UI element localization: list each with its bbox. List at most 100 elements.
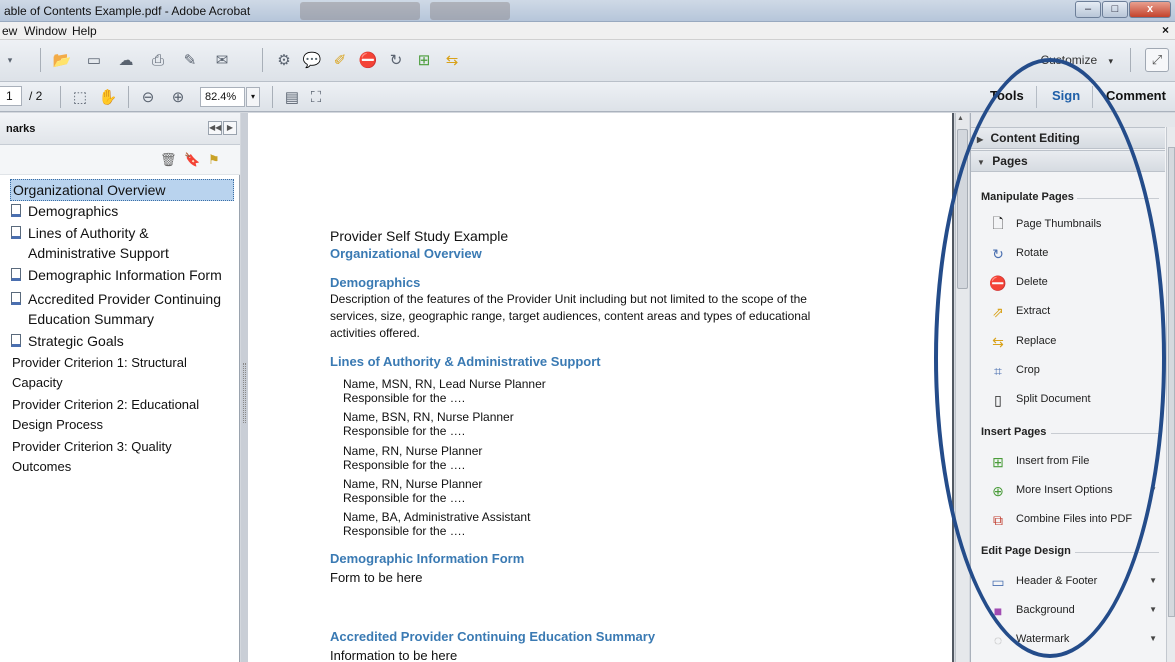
tools-panel-scrollbar[interactable] [1166,127,1175,662]
menu-view[interactable]: ew [2,24,17,38]
expand-icon[interactable]: ⤢ [1145,48,1169,72]
new-bookmark-icon[interactable]: 🔖 [184,152,200,168]
split-document-button[interactable]: ▯ Split Document [987,389,1157,411]
bookmark-icon [11,292,21,305]
email-icon[interactable]: ✉ [212,50,232,70]
heading-lines-of-authority: Lines of Authority & Administrative Supp… [330,354,601,369]
content-editing-label: Content Editing [990,131,1080,145]
tab-separator [1092,86,1093,108]
bookmark-item[interactable]: Strategic Goals [11,331,124,351]
open-folder-icon[interactable]: 📂 [52,50,72,70]
tools-panel-top-strip [971,113,1175,127]
more-insert-options-button[interactable]: ⊕ More Insert Options ▼ [987,480,1157,502]
gear-icon[interactable]: ⚙ [274,50,294,70]
zoom-dropdown-button[interactable]: ▾ [246,87,260,107]
split-document-icon: ▯ [994,391,1002,408]
scrollbar-thumb[interactable] [1168,147,1175,617]
fit-page-icon[interactable]: ▤ [282,87,302,107]
splitter-grip[interactable] [243,363,246,423]
bookmark-label: Provider Criterion 3: Quality [12,439,172,454]
demographics-text-line: Description of the features of the Provi… [330,292,807,306]
panel-splitter[interactable] [241,113,248,662]
chevron-right-icon: ▶ [977,135,984,144]
menu-help[interactable]: Help [72,24,97,38]
full-screen-icon[interactable]: ⛶ [306,87,326,107]
delete-label: Delete [1016,276,1048,288]
toolbar-separator [60,86,61,108]
bookmark-item[interactable]: Demographics [11,201,118,221]
delete-page-icon[interactable]: ⛔ [358,50,378,70]
highlight-icon[interactable]: ✐ [330,50,350,70]
tab-tools[interactable]: Tools [990,88,1024,103]
demographics-text-line: services, size, geographic range, target… [330,309,811,323]
insert-from-file-button[interactable]: ⊞ Insert from File [987,451,1157,473]
rotate-page-icon[interactable]: ↻ [386,50,406,70]
customize-menu[interactable]: Customize ▾ [1040,53,1113,67]
background-button[interactable]: ■ Background ▼ [987,600,1157,622]
bookmark-item[interactable]: Provider Criterion 2: Educational Design… [12,395,199,435]
header-footer-icon: ▭ [991,573,1005,590]
bookmark-label-line2: Outcomes [12,459,72,474]
tab-sign[interactable]: Sign [1052,88,1080,103]
page-number-input[interactable]: 1 [0,86,22,106]
trash-icon[interactable]: 🗑 [160,152,177,168]
split-document-label: Split Document [1016,393,1091,405]
tab-comment[interactable]: Comment [1106,88,1166,103]
print-icon[interactable]: ⎙ [148,50,168,70]
delete-icon: ⛔ [989,274,1007,291]
rotate-button[interactable]: ↻ Rotate [987,243,1157,265]
bookmark-item[interactable]: Provider Criterion 3: Quality Outcomes [12,437,172,477]
bookmark-options-icon[interactable]: ⚑ [208,152,220,168]
minimize-button[interactable]: – [1075,1,1101,18]
extract-button[interactable]: ⇗ Extract [987,301,1157,323]
menu-window[interactable]: Window [24,24,67,38]
zoom-out-icon[interactable]: ⊖ [138,87,158,107]
scrollbar-thumb[interactable] [957,129,968,289]
chevron-down-icon[interactable]: ▾ [0,50,20,70]
hand-tool-icon[interactable]: ✋ [98,87,118,107]
extract-icon: ⇗ [992,303,1004,320]
insert-from-file-label: Insert from File [1016,455,1090,467]
zoom-in-icon[interactable]: ⊕ [168,87,188,107]
save-icon[interactable]: ▭ [84,50,104,70]
replace-button[interactable]: ⇆ Replace [987,331,1157,353]
zoom-level-input[interactable]: 82.4% [200,87,245,107]
pages-section[interactable]: ▼ Pages [971,150,1165,172]
bookmark-label: Demographic Information Form [28,267,222,283]
select-tool-icon[interactable]: ⬚ [70,87,90,107]
document-scrollbar[interactable]: ▲ [955,113,969,662]
chevron-down-icon: ▼ [1149,605,1157,614]
bookmark-item[interactable]: Demographic Information Form [11,265,222,285]
bookmark-item[interactable]: Organizational Overview [10,179,234,201]
heading-demographic-information-form: Demographic Information Form [330,551,525,566]
navigation-toolbar: 1 / 2 ⬚ ✋ ⊖ ⊕ 82.4% ▾ ▤ ⛶ Tools Sign Com… [0,82,1175,112]
combine-files-button[interactable]: ⧉ Combine Files into PDF [987,509,1157,531]
bookmark-item[interactable]: Provider Criterion 1: Structural Capacit… [12,353,187,393]
expand-right-icon[interactable]: ▶ [223,121,237,135]
toolbar-separator [128,86,129,108]
maximize-button[interactable]: □ [1102,1,1128,18]
document-close-button[interactable]: × [1162,23,1169,37]
content-editing-section[interactable]: ▶ Content Editing [971,127,1165,149]
page-thumbnails-button[interactable]: 🗋 Page Thumbnails [987,214,1157,236]
crop-button[interactable]: ⌗ Crop [987,360,1157,382]
edit-icon[interactable]: ✎ [180,50,200,70]
delete-button[interactable]: ⛔ Delete [987,272,1157,294]
watermark-button[interactable]: ◌ Watermark ▼ [987,629,1157,651]
collapse-left-icon[interactable]: ◀◀ [208,121,222,135]
panel-collapse-controls: ◀◀ ▶ [207,121,237,135]
comment-icon[interactable]: 💬 [302,50,322,70]
bookmark-item[interactable]: Accredited Provider Continuing Education… [11,289,221,329]
replace-page-icon[interactable]: ⇆ [442,50,462,70]
close-button[interactable]: x [1129,1,1171,18]
bookmarks-panel: narks ◀◀ ▶ 🗑 🔖 ⚑ Organizational Overview… [0,113,240,662]
header-footer-button[interactable]: ▭ Header & Footer ▼ [987,571,1157,593]
page-thumbnails-icon: 🗋 [992,215,1004,231]
background-window-tab [300,2,420,20]
insert-page-icon[interactable]: ⊞ [414,50,434,70]
watermark-icon: ◌ [993,632,1003,648]
scroll-up-icon[interactable]: ▲ [957,115,964,122]
bookmark-item[interactable]: Lines of Authority & Administrative Supp… [11,223,169,263]
cloud-share-icon[interactable]: ☁ [116,50,136,70]
menu-bar: ew Window Help × [0,22,1175,40]
